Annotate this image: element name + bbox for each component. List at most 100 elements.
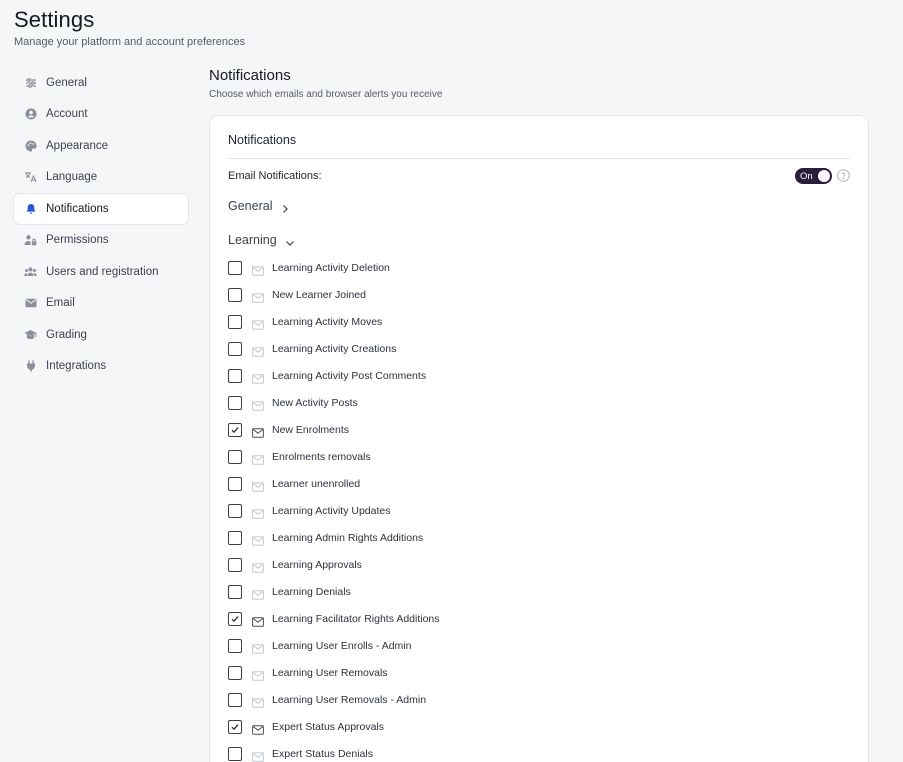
- card-title: Notifications: [228, 133, 297, 147]
- notification-item-label: Learning Activity Moves: [272, 315, 383, 328]
- bell-icon: [24, 202, 37, 215]
- checkbox[interactable]: [228, 530, 242, 545]
- checkbox[interactable]: [228, 665, 242, 680]
- notification-item[interactable]: Learning User Removals: [228, 659, 440, 686]
- checkbox-checked[interactable]: [228, 611, 242, 626]
- notification-item[interactable]: Learning Approvals: [228, 551, 440, 578]
- sidebar-item-notifications[interactable]: Notifications: [13, 193, 189, 225]
- sliders-icon: [24, 76, 37, 89]
- sidebar-item-label: Notifications: [46, 202, 109, 215]
- mail-icon: [252, 587, 264, 600]
- sidebar-item-label: Appearance: [46, 139, 109, 152]
- user-circle-icon: [24, 108, 37, 121]
- plug-icon: [24, 360, 37, 373]
- checkbox[interactable]: [228, 368, 242, 383]
- notification-item[interactable]: Learning Admin Rights Additions: [228, 524, 440, 551]
- sidebar-item-permissions[interactable]: Permissions: [13, 225, 189, 257]
- sidebar-item-label: Account: [46, 108, 88, 121]
- notification-item-label: Learning Admin Rights Additions: [272, 531, 424, 544]
- mail-icon: [252, 668, 264, 681]
- notification-item[interactable]: Learning Activity Updates: [228, 497, 440, 524]
- sidebar-item-label: Email: [46, 297, 75, 310]
- section-subtitle: Choose which emails and browser alerts y…: [209, 89, 443, 100]
- help-icon[interactable]: [837, 169, 850, 182]
- checkbox[interactable]: [228, 692, 242, 707]
- mail-icon: [252, 560, 264, 573]
- divider: [228, 158, 850, 159]
- notification-item-label: Learning Denials: [272, 585, 351, 598]
- mail-icon: [252, 263, 264, 276]
- notification-item[interactable]: Learning Activity Moves: [228, 308, 440, 335]
- notifications-card: Notifications Email Notifications: On Ge…: [209, 115, 869, 762]
- notification-item[interactable]: New Learner Joined: [228, 281, 440, 308]
- mail-icon: [252, 290, 264, 303]
- mail-icon: [252, 425, 264, 438]
- mail-icon: [252, 371, 264, 384]
- checkbox[interactable]: [228, 314, 242, 329]
- checkbox[interactable]: [228, 638, 242, 653]
- notification-item[interactable]: Learning Activity Deletion: [228, 254, 440, 281]
- checkbox-checked[interactable]: [228, 422, 242, 437]
- checkbox[interactable]: [228, 503, 242, 518]
- group-general-header[interactable]: General: [228, 199, 290, 213]
- checkbox[interactable]: [228, 584, 242, 599]
- checkbox[interactable]: [228, 746, 242, 761]
- notification-item[interactable]: Learning User Removals - Admin: [228, 686, 440, 713]
- notification-item-label: Learner unenrolled: [272, 477, 361, 490]
- toggle-label: On: [800, 170, 813, 182]
- envelope-icon: [24, 297, 37, 310]
- notification-item-label: Learning Activity Post Comments: [272, 369, 427, 382]
- sidebar-item-email[interactable]: Email: [13, 288, 189, 320]
- mail-icon: [252, 398, 264, 411]
- email-notifications-row: Email Notifications: On: [228, 167, 850, 185]
- checkbox[interactable]: [228, 557, 242, 572]
- notification-item[interactable]: Expert Status Approvals: [228, 713, 440, 740]
- group-general-label: General: [228, 199, 273, 213]
- checkbox[interactable]: [228, 449, 242, 464]
- notification-item-label: Learning Activity Deletion: [272, 261, 390, 274]
- checkbox[interactable]: [228, 476, 242, 491]
- notification-item-label: Learning User Enrolls - Admin: [272, 639, 412, 652]
- notification-item[interactable]: Learning Denials: [228, 578, 440, 605]
- sidebar-item-account[interactable]: Account: [13, 99, 189, 131]
- notification-item[interactable]: Learning User Enrolls - Admin: [228, 632, 440, 659]
- checkbox[interactable]: [228, 395, 242, 410]
- group-learning-header[interactable]: Learning: [228, 233, 295, 247]
- section-title: Notifications: [209, 67, 291, 84]
- checkbox-checked[interactable]: [228, 719, 242, 734]
- notification-item-label: Learning Approvals: [272, 558, 362, 571]
- notification-item-label: Learning User Removals - Admin: [272, 693, 427, 706]
- sidebar-item-language[interactable]: Language: [13, 162, 189, 194]
- notification-item[interactable]: Learning Activity Post Comments: [228, 362, 440, 389]
- sidebar-item-users-and-registration[interactable]: Users and registration: [13, 256, 189, 288]
- mail-icon: [252, 479, 264, 492]
- notification-item[interactable]: Learning Activity Creations: [228, 335, 440, 362]
- notification-item[interactable]: Learning Facilitator Rights Additions: [228, 605, 440, 632]
- notification-item-label: New Learner Joined: [272, 288, 366, 301]
- notification-item-label: Learning User Removals: [272, 666, 388, 679]
- notification-item-label: Learning Activity Updates: [272, 504, 391, 517]
- chevron-right-icon: [280, 201, 290, 213]
- notification-item[interactable]: New Activity Posts: [228, 389, 440, 416]
- notification-item[interactable]: Expert Status Denials: [228, 740, 440, 762]
- checkbox[interactable]: [228, 341, 242, 356]
- sidebar-item-general[interactable]: General: [13, 67, 189, 99]
- palette-icon: [24, 139, 37, 152]
- notification-item-label: Learning Activity Creations: [272, 342, 397, 355]
- notification-item[interactable]: Learner unenrolled: [228, 470, 440, 497]
- mail-icon: [252, 614, 264, 627]
- sidebar-item-appearance[interactable]: Appearance: [13, 130, 189, 162]
- mail-icon: [252, 317, 264, 330]
- checkbox[interactable]: [228, 260, 242, 275]
- user-lock-icon: [24, 234, 37, 247]
- sidebar-item-label: Users and registration: [46, 265, 159, 278]
- notification-item-label: Learning Facilitator Rights Additions: [272, 612, 440, 625]
- sidebar-item-integrations[interactable]: Integrations: [13, 351, 189, 383]
- checkbox[interactable]: [228, 287, 242, 302]
- email-notifications-toggle[interactable]: On: [795, 168, 832, 184]
- notification-item[interactable]: Enrolments removals: [228, 443, 440, 470]
- notification-item-label: New Activity Posts: [272, 396, 358, 409]
- sidebar-item-grading[interactable]: Grading: [13, 319, 189, 351]
- notification-item[interactable]: New Enrolments: [228, 416, 440, 443]
- sidebar-item-label: Integrations: [46, 360, 107, 373]
